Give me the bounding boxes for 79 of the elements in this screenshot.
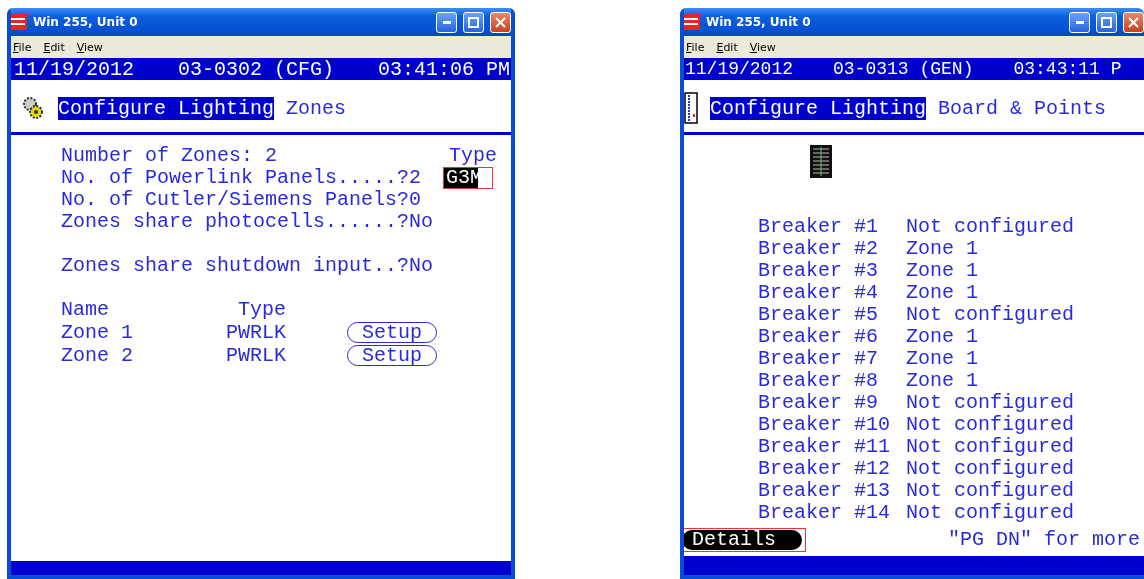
maximize-button[interactable] — [1096, 11, 1117, 33]
minimize-button[interactable] — [436, 11, 457, 33]
close-button[interactable] — [1123, 11, 1144, 33]
breaker-status: Not configured — [906, 458, 1076, 480]
details-button[interactable]: Details — [684, 528, 806, 552]
menu-item[interactable]: View — [749, 40, 776, 54]
breaker-status: Zone 1 — [906, 282, 979, 304]
time-text: 03:43:11 P — [1013, 59, 1122, 79]
breaker-name: Breaker #12 — [758, 458, 892, 480]
zone-type: PWRLK — [225, 322, 286, 344]
window-title: Win 255, Unit 0 — [33, 15, 139, 29]
close-button[interactable] — [490, 11, 511, 33]
breaker-status: Zone 1 — [906, 238, 979, 260]
zone-name: Zone 2 — [61, 345, 134, 367]
maximize-button[interactable] — [463, 11, 484, 33]
maximize-icon — [468, 16, 479, 28]
breaker-status: Zone 1 — [906, 260, 979, 282]
setting-line: Zones share photocells......?No — [61, 211, 433, 233]
page-down-hint: "PG DN" for more — [947, 529, 1140, 551]
breaker-status: Zone 1 — [906, 326, 979, 348]
breaker-name: Breaker #13 — [758, 480, 892, 502]
setting-line: No. of Powerlink Panels.....?2 — [61, 167, 423, 189]
close-icon — [1128, 16, 1139, 28]
breaker-status: Zone 1 — [906, 370, 979, 392]
breaker-name: Breaker #5 — [758, 304, 880, 326]
breaker-panel-icon — [810, 145, 832, 178]
date-text: 11/19/2012 — [685, 59, 794, 79]
setting-line: Zones share shutdown input..?No — [61, 255, 433, 277]
screen-title: Configure Lighting — [710, 96, 927, 120]
maximize-icon — [1101, 16, 1112, 28]
breaker-name: Breaker #9 — [758, 392, 880, 414]
menu-item[interactable]: Edit — [716, 40, 738, 54]
screen-code: 03-0302 (CFG) — [178, 57, 335, 81]
breaker-status: Not configured — [906, 304, 1076, 326]
column-header: Name — [61, 299, 110, 321]
breaker-name: Breaker #8 — [758, 370, 880, 392]
screen-title: Configure Lighting — [58, 96, 275, 120]
setup-button[interactable]: Setup — [347, 322, 437, 343]
setting-line: No. of Cutler/Siemens Panels?0 — [61, 189, 423, 211]
minimize-icon — [442, 20, 451, 24]
app-icon — [11, 14, 27, 30]
breaker-status: Not configured — [906, 414, 1076, 436]
screen-code: 03-0313 (GEN) — [833, 59, 974, 79]
gear-icon — [20, 95, 46, 121]
window-title: Win 255, Unit 0 — [706, 15, 812, 29]
screen-subtitle: Zones — [285, 96, 347, 120]
app-icon — [684, 14, 700, 30]
minimize-button[interactable] — [1069, 11, 1090, 33]
breaker-name: Breaker #6 — [758, 326, 880, 348]
breaker-name: Breaker #11 — [758, 436, 892, 458]
menu-item[interactable]: File — [13, 40, 32, 54]
column-header: Type — [237, 299, 286, 321]
panel-icon — [684, 92, 698, 124]
date-text: 11/19/2012 — [14, 57, 135, 81]
type-label: Type — [448, 145, 497, 167]
menu-item[interactable]: Edit — [43, 40, 65, 54]
zone-name: Zone 1 — [61, 322, 134, 344]
time-text: 03:41:06 PM — [378, 57, 511, 81]
breaker-name: Breaker #1 — [758, 216, 880, 238]
breaker-status: Not configured — [906, 502, 1076, 524]
setting-line: Number of Zones: 2 — [61, 145, 279, 167]
setup-button[interactable]: Setup — [347, 345, 437, 366]
breaker-status: Zone 1 — [906, 348, 979, 370]
breaker-name: Breaker #10 — [758, 414, 892, 436]
breaker-name: Breaker #3 — [758, 260, 880, 282]
breaker-status: Not configured — [906, 216, 1076, 238]
zone-type: PWRLK — [225, 345, 286, 367]
menu-item[interactable]: View — [76, 40, 103, 54]
minimize-icon — [1075, 20, 1084, 24]
breaker-name: Breaker #4 — [758, 282, 880, 304]
screen-subtitle: Board & Points — [937, 96, 1107, 120]
breaker-status: Not configured — [906, 436, 1076, 458]
menu-item[interactable]: File — [686, 40, 705, 54]
breaker-status: Not configured — [906, 392, 1076, 414]
breaker-status: Not configured — [906, 480, 1076, 502]
close-icon — [495, 16, 506, 28]
breaker-name: Breaker #7 — [758, 348, 880, 370]
breaker-name: Breaker #14 — [758, 502, 892, 524]
breaker-name: Breaker #2 — [758, 238, 880, 260]
